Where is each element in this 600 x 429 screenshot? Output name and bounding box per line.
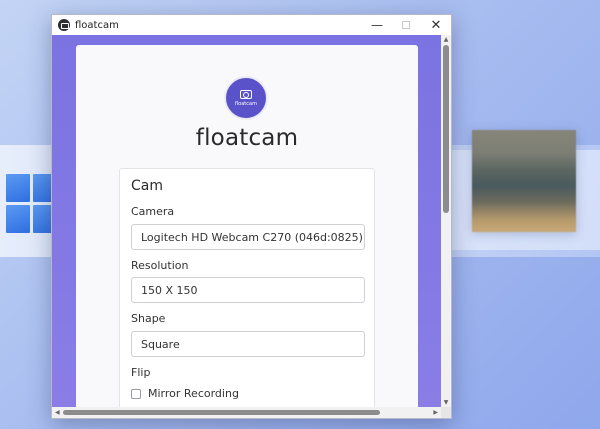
section-title-cam: Cam bbox=[131, 178, 163, 194]
title-bar[interactable]: floatcam — ✕ bbox=[52, 15, 451, 35]
app-content: floatcam floatcam Cam Camera Logitech HD… bbox=[52, 35, 441, 418]
app-logo: floatcam bbox=[224, 76, 268, 120]
camera-label: Camera bbox=[131, 205, 175, 218]
scroll-left-icon[interactable]: ◀ bbox=[55, 409, 60, 416]
vertical-scrollbar[interactable]: ▲ ▼ bbox=[441, 35, 451, 407]
main-card: floatcam floatcam Cam Camera Logitech HD… bbox=[76, 45, 418, 418]
close-button[interactable]: ✕ bbox=[421, 15, 451, 35]
flip-label: Flip bbox=[131, 366, 151, 379]
scroll-up-icon[interactable]: ▲ bbox=[443, 36, 449, 43]
minimize-button[interactable]: — bbox=[362, 15, 392, 35]
floating-camera-preview[interactable] bbox=[472, 130, 576, 232]
logo-text: floatcam bbox=[235, 100, 257, 107]
mirror-recording-label[interactable]: Mirror Recording bbox=[148, 387, 239, 400]
camera-app-icon bbox=[58, 19, 70, 31]
close-icon: ✕ bbox=[430, 17, 442, 33]
scroll-down-icon[interactable]: ▼ bbox=[443, 399, 449, 406]
shape-select[interactable]: Square bbox=[131, 331, 365, 357]
window-title: floatcam bbox=[75, 19, 119, 31]
scroll-right-icon[interactable]: ▶ bbox=[433, 409, 438, 416]
horizontal-scroll-thumb[interactable] bbox=[63, 410, 380, 415]
maximize-icon bbox=[402, 21, 410, 29]
app-heading: floatcam bbox=[195, 125, 299, 151]
maximize-button[interactable] bbox=[391, 15, 421, 35]
minimize-icon: — bbox=[371, 18, 383, 32]
shape-label: Shape bbox=[131, 312, 166, 325]
windows-logo-icon bbox=[6, 174, 57, 233]
resolution-label: Resolution bbox=[131, 259, 189, 272]
camera-select[interactable]: Logitech HD Webcam C270 (046d:0825) bbox=[131, 224, 365, 250]
mirror-recording-option[interactable]: Mirror Recording bbox=[131, 387, 239, 400]
mirror-recording-checkbox[interactable] bbox=[131, 388, 141, 399]
floatcam-window: floatcam — ✕ floatcam floatcam Cam Camer… bbox=[51, 14, 452, 419]
camera-icon bbox=[240, 89, 252, 99]
scrollbar-corner bbox=[441, 407, 451, 418]
horizontal-scrollbar[interactable]: ◀ ▶ bbox=[52, 407, 441, 418]
vertical-scroll-thumb[interactable] bbox=[443, 45, 449, 213]
cam-settings-panel: Cam Camera Logitech HD Webcam C270 (046d… bbox=[119, 168, 375, 418]
resolution-select[interactable]: 150 X 150 bbox=[131, 277, 365, 303]
